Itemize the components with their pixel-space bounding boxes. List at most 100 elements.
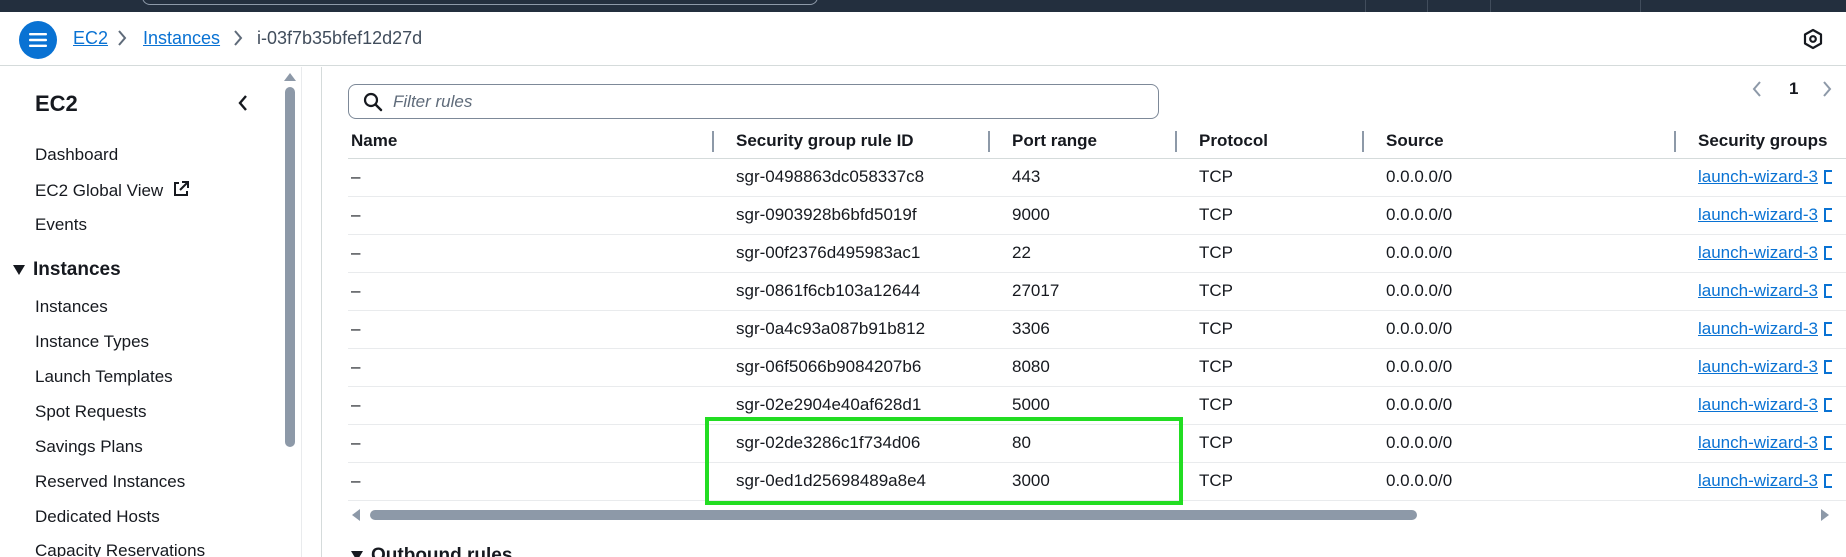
breadcrumb-bar: EC2 Instances i-03f7b35bfef12d27d (0, 12, 1846, 66)
cell-name: – (348, 234, 714, 273)
sidebar-item-launch-templates[interactable]: Launch Templates (35, 367, 173, 387)
cell-security-group: launch-wizard-3 (1676, 424, 1846, 463)
security-group-link[interactable]: launch-wizard-3 (1698, 319, 1818, 338)
sidebar-item-reserved-instances[interactable]: Reserved Instances (35, 472, 185, 492)
external-link-icon (1824, 474, 1832, 488)
security-group-link[interactable]: launch-wizard-3 (1698, 433, 1818, 452)
cell-port-range: 3000 (990, 462, 1177, 501)
cell-source: 0.0.0.0/0 (1364, 348, 1676, 387)
sidebar-item-dashboard[interactable]: Dashboard (35, 145, 118, 165)
panel-divider (321, 67, 322, 557)
sidebar-item-instance-types[interactable]: Instance Types (35, 332, 149, 352)
next-page-icon[interactable] (1821, 80, 1833, 98)
column-header-name[interactable]: Name (348, 124, 714, 159)
security-group-link[interactable]: launch-wizard-3 (1698, 357, 1818, 376)
cell-port-range: 5000 (990, 386, 1177, 425)
column-header-security-groups[interactable]: Security groups (1676, 124, 1846, 159)
sidebar-section-label: Instances (33, 259, 121, 280)
external-link-icon (1824, 246, 1832, 260)
sidebar-item-events[interactable]: Events (35, 215, 87, 235)
hamburger-icon (29, 33, 47, 47)
previous-page-icon[interactable] (1751, 80, 1763, 98)
search-icon (363, 92, 383, 111)
column-header-port-range[interactable]: Port range (990, 124, 1177, 159)
filter-rules-input[interactable] (393, 91, 1133, 112)
external-link-icon (1824, 284, 1832, 298)
cell-security-group: launch-wizard-3 (1676, 348, 1846, 387)
cell-port-range: 27017 (990, 272, 1177, 311)
cell-rule-id: sgr-0861f6cb103a12644 (714, 272, 990, 311)
cell-rule-id: sgr-0a4c93a087b91b812 (714, 310, 990, 349)
main-content: 1 Name Security group rule ID Port range… (303, 67, 1846, 557)
scroll-left-arrow[interactable] (352, 509, 360, 521)
external-link-icon (1824, 170, 1832, 184)
cell-name: – (348, 462, 714, 501)
menu-button[interactable] (19, 21, 57, 59)
cell-source: 0.0.0.0/0 (1364, 196, 1676, 235)
sidebar-section-instances[interactable]: Instances (13, 259, 121, 281)
cell-source: 0.0.0.0/0 (1364, 158, 1676, 197)
cell-name: – (348, 424, 714, 463)
cell-security-group: launch-wizard-3 (1676, 462, 1846, 501)
breadcrumb-instances[interactable]: Instances (143, 28, 220, 49)
sidebar-item-capacity-reservations[interactable]: Capacity Reservations (35, 541, 205, 557)
column-header-source[interactable]: Source (1364, 124, 1676, 159)
cell-name: – (348, 272, 714, 311)
cell-protocol: TCP (1177, 462, 1364, 501)
security-group-link[interactable]: launch-wizard-3 (1698, 281, 1818, 300)
table-horizontal-scrollbar-thumb[interactable] (370, 510, 1417, 520)
sidebar-item-spot-requests[interactable]: Spot Requests (35, 402, 147, 422)
sidebar-item-instances[interactable]: Instances (35, 297, 108, 317)
sidebar-item-ec2-global-view[interactable]: EC2 Global View (35, 180, 190, 201)
outbound-rules-header[interactable]: Outbound rules (351, 545, 512, 557)
cell-name: – (348, 348, 714, 387)
cell-port-range: 3306 (990, 310, 1177, 349)
table-row: – sgr-0a4c93a087b91b812 3306 TCP 0.0.0.0… (348, 310, 1846, 349)
filter-rules-field[interactable] (348, 84, 1159, 119)
cell-source: 0.0.0.0/0 (1364, 272, 1676, 311)
sidebar-scrollbar-thumb[interactable] (285, 87, 295, 447)
collapse-sidebar-icon[interactable] (236, 93, 250, 113)
security-group-link[interactable]: launch-wizard-3 (1698, 243, 1818, 262)
security-group-link[interactable]: launch-wizard-3 (1698, 395, 1818, 414)
cell-rule-id: sgr-00f2376d495983ac1 (714, 234, 990, 273)
cell-protocol: TCP (1177, 310, 1364, 349)
cell-port-range: 9000 (990, 196, 1177, 235)
top-navigation-bar (0, 0, 1846, 12)
cell-name: – (348, 158, 714, 197)
cell-protocol: TCP (1177, 158, 1364, 197)
sidebar-item-dedicated-hosts[interactable]: Dedicated Hosts (35, 507, 160, 527)
column-header-protocol[interactable]: Protocol (1177, 124, 1364, 159)
breadcrumb-ec2[interactable]: EC2 (73, 28, 108, 49)
external-link-icon (1824, 322, 1832, 336)
cell-rule-id: sgr-0498863dc058337c8 (714, 158, 990, 197)
sidebar-item-savings-plans[interactable]: Savings Plans (35, 437, 143, 457)
security-group-link[interactable]: launch-wizard-3 (1698, 471, 1818, 490)
table-header-row: Name Security group rule ID Port range P… (348, 124, 1846, 159)
cell-protocol: TCP (1177, 234, 1364, 273)
cell-source: 0.0.0.0/0 (1364, 424, 1676, 463)
cell-protocol: TCP (1177, 348, 1364, 387)
preferences-icon[interactable] (1802, 28, 1824, 50)
table-row: – sgr-00f2376d495983ac1 22 TCP 0.0.0.0/0… (348, 234, 1846, 273)
outbound-rules-label: Outbound rules (371, 545, 513, 557)
security-group-link[interactable]: launch-wizard-3 (1698, 167, 1818, 186)
scroll-up-arrow[interactable] (284, 73, 296, 81)
cell-security-group: launch-wizard-3 (1676, 234, 1846, 273)
cell-protocol: TCP (1177, 424, 1364, 463)
page-number[interactable]: 1 (1789, 79, 1798, 99)
cell-protocol: TCP (1177, 386, 1364, 425)
global-search-box[interactable] (142, 0, 818, 5)
cell-rule-id: sgr-0903928b6bfd5019f (714, 196, 990, 235)
nav-divider (1640, 0, 1641, 12)
external-link-icon (1824, 208, 1832, 222)
sidebar-title: EC2 (35, 91, 78, 116)
nav-divider (1490, 0, 1491, 12)
column-header-rule-id[interactable]: Security group rule ID (714, 124, 990, 159)
security-group-link[interactable]: launch-wizard-3 (1698, 205, 1818, 224)
table-row: – sgr-0498863dc058337c8 443 TCP 0.0.0.0/… (348, 158, 1846, 197)
cell-protocol: TCP (1177, 196, 1364, 235)
table-row: – sgr-02e2904e40af628d1 5000 TCP 0.0.0.0… (348, 386, 1846, 425)
scroll-right-arrow[interactable] (1821, 509, 1829, 521)
cell-source: 0.0.0.0/0 (1364, 234, 1676, 273)
